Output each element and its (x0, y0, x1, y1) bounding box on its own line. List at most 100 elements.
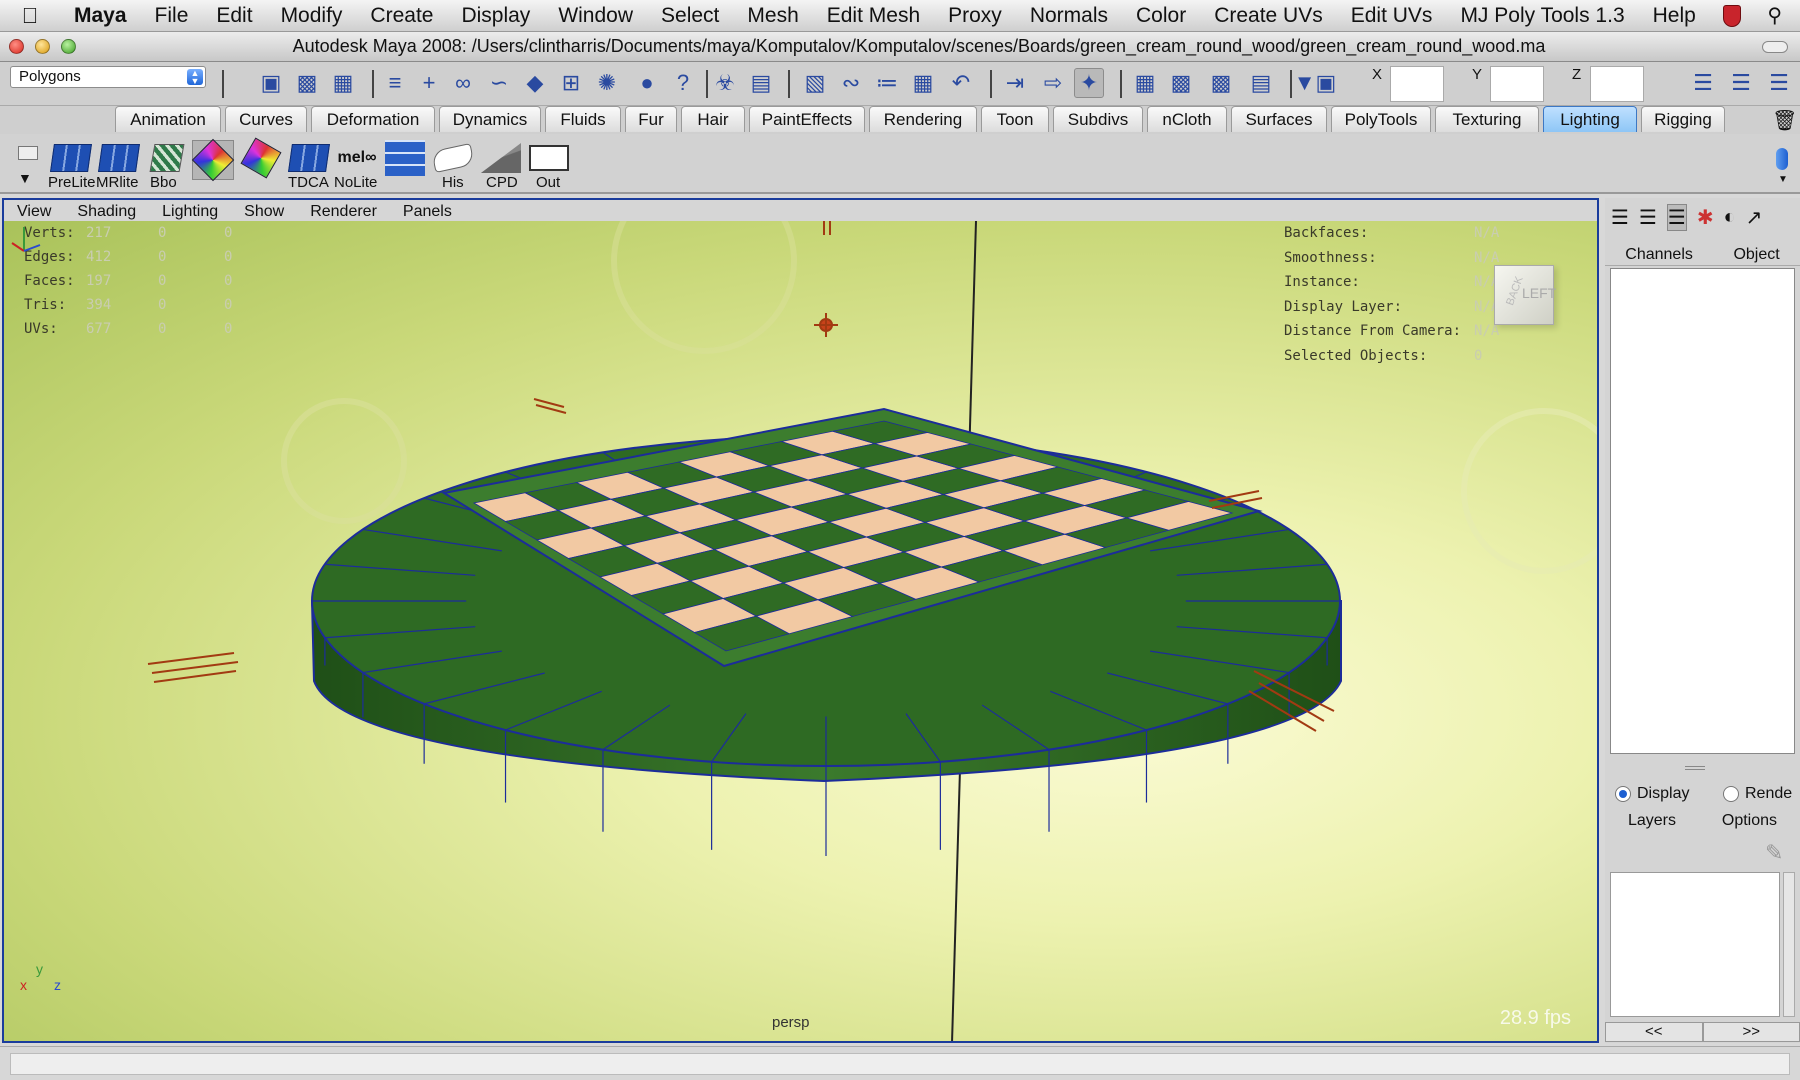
shelf-tab-toggle-icon[interactable] (18, 146, 38, 160)
render-current-frame-icon[interactable]: ▩ (1166, 68, 1196, 98)
mrlite-icon[interactable] (98, 142, 140, 174)
apple-icon[interactable]:  (0, 3, 60, 29)
tab-dynamics[interactable]: Dynamics (439, 106, 541, 132)
tool-settings-icon[interactable]: ☰ (1726, 68, 1756, 98)
bbo-icon[interactable] (146, 142, 188, 174)
tab-curves[interactable]: Curves (225, 106, 307, 132)
x-field[interactable] (1390, 66, 1444, 102)
panel-menu-renderer[interactable]: Renderer (297, 203, 390, 221)
select-component-icon[interactable]: ▦ (328, 68, 358, 98)
select-rendering-icon[interactable]: ● (632, 68, 662, 98)
tab-animation[interactable]: Animation (115, 106, 221, 132)
menu-help[interactable]: Help (1639, 4, 1710, 28)
tab-texturing[interactable]: Texturing (1435, 106, 1539, 132)
shield-icon[interactable] (1723, 4, 1742, 27)
tab-channels[interactable]: Channels (1625, 246, 1693, 265)
menu-file[interactable]: File (141, 4, 203, 28)
menu-set-selector[interactable]: Polygons ▲ ▼ (10, 66, 206, 88)
menu-proxy[interactable]: Proxy (934, 4, 1016, 28)
select-joints-icon[interactable]: ∞ (448, 68, 478, 98)
lock-selection-icon[interactable]: ☣ (710, 68, 740, 98)
menu-color[interactable]: Color (1122, 4, 1200, 28)
radio-render[interactable]: Rende (1723, 785, 1792, 803)
shelf-scrollbar[interactable] (1776, 148, 1788, 170)
shelf-menu-arrow-icon[interactable]: ▼ (18, 170, 32, 186)
panel-menu-lighting[interactable]: Lighting (149, 203, 231, 221)
render-settings-icon[interactable]: ▤ (1246, 68, 1276, 98)
tab-lighting[interactable]: Lighting (1543, 106, 1637, 132)
command-line-input[interactable] (10, 1053, 1790, 1075)
input-field-mode-icon[interactable]: ▼▣ (1294, 68, 1337, 98)
menu-layers[interactable]: Layers (1628, 812, 1676, 832)
color-light-icon[interactable] (191, 138, 235, 182)
panel-menu-shading[interactable]: Shading (64, 203, 149, 221)
layer-list[interactable] (1610, 872, 1780, 1017)
tab-deformation[interactable]: Deformation (311, 106, 435, 132)
tab-painteffects[interactable]: PaintEffects (749, 106, 865, 132)
select-surfaces-icon[interactable]: ◆ (520, 68, 550, 98)
menu-mj-poly-tools[interactable]: MJ Poly Tools 1.3 (1446, 4, 1638, 28)
cpd-icon[interactable] (480, 142, 522, 174)
perspective-viewport[interactable]: Verts: 217 0 0 Edges: 412 0 0 Faces: 197 0 0 Tris… (2, 221, 1599, 1043)
select-dynamics-icon[interactable]: ✺ (592, 68, 622, 98)
menu-display[interactable]: Display (447, 4, 544, 28)
menu-edit-uvs[interactable]: Edit UVs (1337, 4, 1447, 28)
snap-curve-icon[interactable]: ∾ (836, 68, 866, 98)
menu-options[interactable]: Options (1722, 812, 1777, 832)
layer-list-scrollbar[interactable] (1783, 872, 1795, 1017)
menu-edit-mesh[interactable]: Edit Mesh (813, 4, 934, 28)
trash-icon[interactable]: 🗑 (1772, 108, 1797, 133)
prelite-icon[interactable] (50, 142, 92, 174)
panel-menu-panels[interactable]: Panels (390, 203, 465, 221)
next-button[interactable]: >> (1702, 1022, 1800, 1042)
highlight-selection-icon[interactable]: ▤ (746, 68, 776, 98)
menu-mesh[interactable]: Mesh (733, 4, 812, 28)
menu-modify[interactable]: Modify (267, 4, 357, 28)
scroll-down-icon[interactable]: ▼ (1778, 174, 1788, 185)
select-object-icon[interactable]: ▩ (292, 68, 322, 98)
panel-menu-view[interactable]: View (4, 203, 64, 221)
tab-object[interactable]: Object (1733, 246, 1779, 265)
tab-rendering[interactable]: Rendering (869, 106, 977, 132)
snap-view-plane-icon[interactable]: ▦ (908, 68, 938, 98)
channel-list[interactable] (1610, 268, 1795, 754)
attribute-mode-icon[interactable]: ☰ (1639, 205, 1657, 230)
tab-fluids[interactable]: Fluids (545, 106, 621, 132)
y-field[interactable] (1490, 66, 1544, 102)
prev-button[interactable]: << (1605, 1022, 1703, 1042)
menu-create-uvs[interactable]: Create UVs (1200, 4, 1337, 28)
out-icon[interactable] (528, 142, 570, 174)
make-live-icon[interactable]: ↶ (946, 68, 976, 98)
mel-script-icon[interactable]: mel∞ (336, 142, 378, 174)
history-icon[interactable] (431, 142, 475, 174)
tab-fur[interactable]: Fur (625, 106, 677, 132)
input-ops-icon[interactable]: ⇥ (1000, 68, 1030, 98)
menu-create[interactable]: Create (356, 4, 447, 28)
splitter-handle[interactable] (1685, 766, 1705, 770)
help-question-icon[interactable]: ? (668, 68, 698, 98)
output-ops-icon[interactable]: ⇨ (1038, 68, 1068, 98)
tab-rigging[interactable]: Rigging (1641, 106, 1725, 132)
arrow-icon[interactable]: ↗ (1746, 205, 1763, 230)
tab-hair[interactable]: Hair (681, 106, 745, 132)
new-layer-icon[interactable]: ✎ (1765, 840, 1783, 866)
spotlight-search-icon[interactable]: ⚲ (1767, 3, 1782, 28)
select-handles-icon[interactable]: + (414, 68, 444, 98)
snap-grid-icon[interactable]: ▧ (800, 68, 830, 98)
grid-tiles-icon[interactable] (384, 140, 426, 176)
snap-point-icon[interactable]: ≔ (872, 68, 902, 98)
construction-history-icon[interactable]: ✦ (1074, 68, 1104, 98)
radio-display[interactable]: Display (1615, 785, 1689, 803)
panel-menu-show[interactable]: Show (231, 203, 297, 221)
manipulator-icon[interactable]: ✱ (1697, 205, 1714, 230)
close-window-button[interactable] (9, 39, 24, 54)
tool-mode-icon[interactable]: ☰ (1666, 203, 1687, 231)
attribute-editor-icon[interactable]: ☰ (1688, 68, 1718, 98)
zoom-window-button[interactable] (61, 39, 76, 54)
tab-toon[interactable]: Toon (981, 106, 1049, 132)
tab-ncloth[interactable]: nCloth (1147, 106, 1227, 132)
menu-app-maya[interactable]: Maya (60, 4, 141, 28)
channel-box-mode-icon[interactable]: ☰ (1611, 205, 1629, 230)
menu-window[interactable]: Window (544, 4, 647, 28)
minimize-window-button[interactable] (35, 39, 50, 54)
